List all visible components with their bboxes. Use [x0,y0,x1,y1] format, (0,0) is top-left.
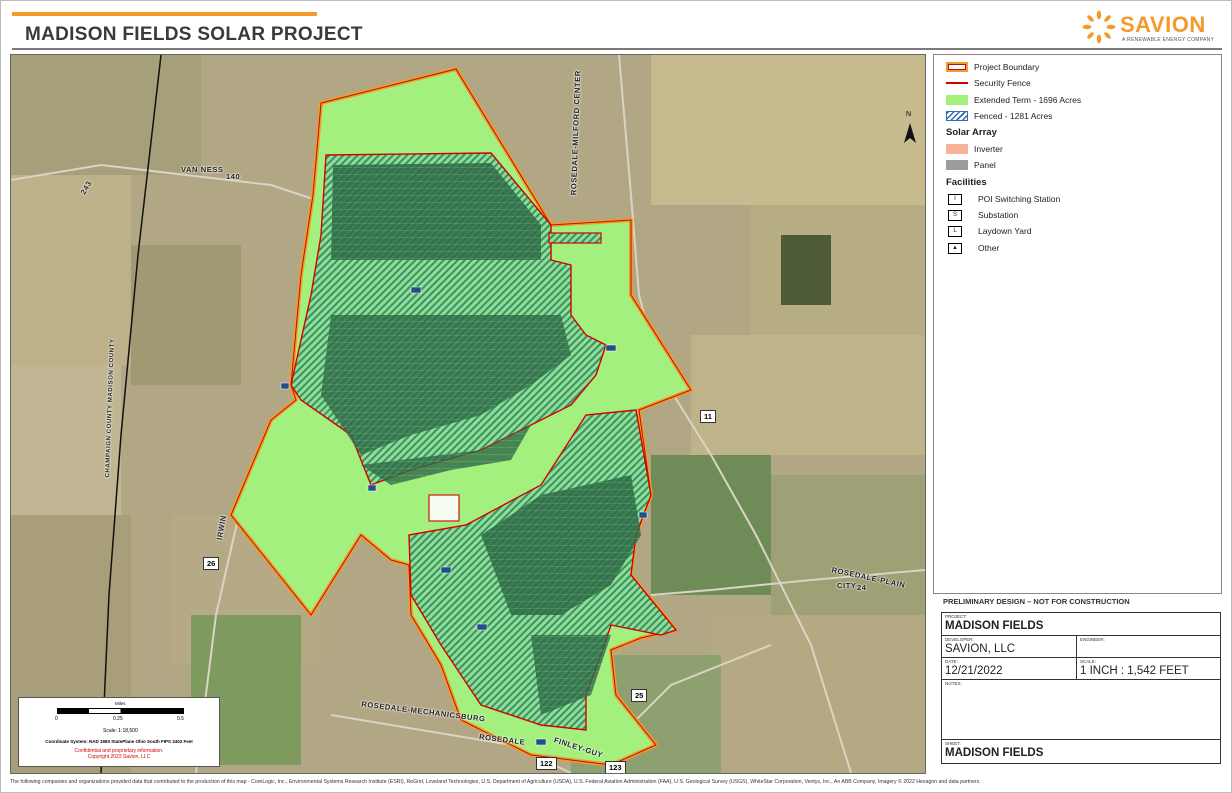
coordinate-system: Coordinate System: NAD 1983 StatePlane O… [19,739,219,744]
scale-cell: SCALE: 1 INCH : 1,542 FEET [1077,657,1220,679]
extended-swatch [946,95,968,105]
route-shield-25: 25 [631,689,647,702]
fenced-swatch [946,111,968,121]
scale-ratio: Scale: 1:18,500 [103,728,138,734]
project-value: MADISON FIELDS [945,620,1043,632]
legend-label: Inverter [974,144,1003,154]
legend-item-substation: S Substation [946,209,1018,221]
scale-bar [57,708,184,714]
savion-logo: SAVION A RENEWABLE ENERGY COMPANY [1082,8,1222,48]
route-shield-26: 26 [203,557,219,570]
scale-box: Miles 0 0.25 0.5 Scale: 1:18,500 Coordin… [18,697,220,767]
scale-tick-1: 0.25 [113,716,123,722]
notes-cell: NOTES: [942,679,1220,735]
preliminary-note: PRELIMINARY DESIGN – NOT FOR CONSTRUCTIO… [943,597,1130,606]
legend-item-panel: Panel [946,159,996,171]
developer-label: DEVELOPER: [945,637,974,642]
road-label-city: CITY [837,581,856,590]
scale-tick-0: 0 [55,716,58,722]
legend-item-fence: Security Fence [946,77,1031,89]
project-cell: PROJECT: MADISON FIELDS [942,613,1220,635]
legend-heading-solar: Solar Array [946,127,997,138]
legend-label: Project Boundary [974,62,1039,72]
poi-symbol: I [948,194,962,205]
legend-item-laydown: L Laydown Yard [946,225,1032,237]
inverter-swatch [946,144,968,154]
project-label: PROJECT: [945,614,967,619]
title-accent-bar [12,12,317,16]
north-arrow-icon [900,111,920,147]
north-arrow: N [900,111,920,147]
developer-value: SAVION, LLC [945,643,1015,655]
scale-label: SCALE: [1080,659,1096,664]
confidential-note: Confidential and proprietary information… [19,748,219,760]
panel-swatch [946,160,968,170]
legend-heading-facilities: Facilities [946,177,987,188]
laydown-symbol: L [948,226,962,237]
data-attribution: The following companies and organization… [10,779,981,785]
date-cell: DATE: 12/21/2022 [942,657,1077,679]
road-label-city-number: 24 [857,583,867,592]
legend-item-fenced: Fenced - 1281 Acres [946,110,1052,122]
developer-cell: DEVELOPER: SAVION, LLC [942,635,1077,657]
notes-label: NOTES: [945,681,962,686]
boundary-swatch [946,62,968,72]
confidential-line-2: Copyright 2022 Savion, LLC [19,754,219,760]
legend-item-boundary: Project Boundary [946,61,1039,73]
title-rule [12,48,1222,50]
legend-item-inverter: Inverter [946,143,1003,155]
logo-wordmark: SAVION [1120,12,1206,38]
road-label-van-ness: VAN NESS [181,165,224,174]
legend-item-poi: I POI Switching Station [946,193,1060,205]
route-shield-122: 122 [536,757,557,770]
sheet-value: MADISON FIELDS [945,747,1043,759]
legend-panel: Project Boundary Security Fence Extended… [933,54,1222,594]
substation-symbol: S [948,210,962,221]
route-shield-11: 11 [700,410,716,423]
route-shield-123: 123 [605,761,626,774]
legend-label: Other [978,243,999,253]
map-title: MADISON FIELDS SOLAR PROJECT [25,24,363,46]
title-block: PRELIMINARY DESIGN – NOT FOR CONSTRUCTIO… [933,594,1220,774]
road-label-van-ness-number: 140 [226,172,240,181]
scale-tick-2: 0.5 [177,716,184,722]
legend-label: Laydown Yard [978,226,1032,236]
fence-swatch [946,82,968,84]
legend-label: Extended Term - 1696 Acres [974,95,1081,105]
scale-units: Miles [115,701,126,706]
legend-label: Fenced - 1281 Acres [974,111,1052,121]
title-block-table: PROJECT: MADISON FIELDS DEVELOPER: SAVIO… [941,612,1221,764]
sheet-cell: SHEET: MADISON FIELDS [942,739,1220,763]
map-view[interactable]: VAN NESS 140 243 ROSEDALE-MILFORD CENTER… [10,54,926,774]
engineer-label: ENGINEER: [1080,637,1105,642]
sun-icon [1082,10,1116,44]
date-label: DATE: [945,659,958,664]
legend-label: Security Fence [974,78,1031,88]
map-canvas [11,55,925,773]
legend-label: POI Switching Station [978,194,1060,204]
sheet-label: SHEET: [945,741,961,746]
legend-label: Substation [978,210,1018,220]
other-symbol: ▲ [948,243,962,254]
scale-value: 1 INCH : 1,542 FEET [1080,665,1189,677]
legend-label: Panel [974,160,996,170]
engineer-cell: ENGINEER: [1077,635,1220,657]
logo-tagline: A RENEWABLE ENERGY COMPANY [1122,37,1214,43]
legend-item-extended: Extended Term - 1696 Acres [946,94,1081,106]
legend-item-other: ▲ Other [946,242,999,254]
date-value: 12/21/2022 [945,665,1003,677]
